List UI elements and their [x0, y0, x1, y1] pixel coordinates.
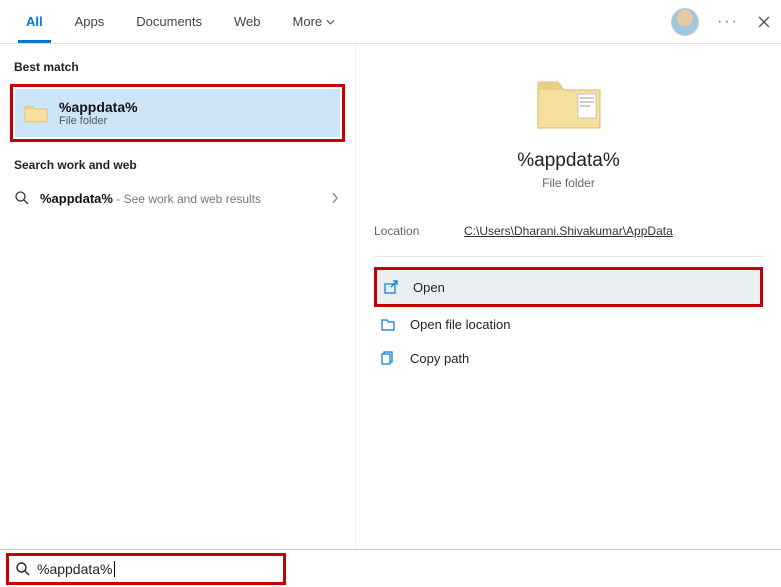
tab-more[interactable]: More [277, 0, 352, 43]
tab-label: More [293, 14, 323, 29]
results-panel: Best match %appdata% File folder Search … [0, 44, 355, 549]
best-match-text: %appdata% File folder [59, 99, 138, 127]
best-match-heading: Best match [0, 54, 355, 80]
best-match-result[interactable]: %appdata% File folder [15, 89, 340, 137]
action-open-location[interactable]: Open file location [374, 307, 763, 341]
avatar[interactable] [671, 8, 699, 36]
tabs: All Apps Documents Web More [10, 0, 351, 43]
preview-title: %appdata% [374, 150, 763, 172]
action-label: Open file location [410, 317, 510, 332]
preview-meta: Location C:\Users\Dharani.Shivakumar\App… [374, 224, 763, 257]
chevron-right-icon [331, 192, 339, 204]
preview-panel: %appdata% File folder Location C:\Users\… [355, 44, 781, 549]
preview-folder-icon [374, 72, 763, 132]
more-options-button[interactable]: ··· [717, 13, 739, 31]
best-match-subtitle: File folder [59, 115, 138, 127]
tab-label: All [26, 14, 43, 29]
best-match-highlight: %appdata% File folder [10, 84, 345, 142]
action-open[interactable]: Open [377, 270, 760, 304]
tab-label: Web [234, 14, 261, 29]
copy-icon [380, 350, 396, 366]
text-caret [114, 561, 115, 577]
best-match-title: %appdata% [59, 99, 138, 115]
search-input[interactable]: %appdata% [37, 561, 277, 577]
preview-subtitle: File folder [374, 176, 763, 190]
web-result-query: %appdata% [40, 191, 113, 206]
action-copy-path[interactable]: Copy path [374, 341, 763, 375]
chevron-down-icon [326, 19, 335, 25]
search-icon [15, 561, 31, 577]
web-result-text: %appdata% - See work and web results [40, 191, 261, 206]
web-heading: Search work and web [0, 152, 355, 178]
tab-web[interactable]: Web [218, 0, 277, 43]
main: Best match %appdata% File folder Search … [0, 44, 781, 549]
location-value[interactable]: C:\Users\Dharani.Shivakumar\AppData [464, 224, 673, 238]
web-result-suffix: - See work and web results [113, 192, 261, 206]
location-label: Location [374, 224, 464, 238]
open-icon [383, 279, 399, 295]
search-bar: %appdata% [0, 549, 781, 587]
tab-documents[interactable]: Documents [120, 0, 218, 43]
action-label: Copy path [410, 351, 469, 366]
tab-apps[interactable]: Apps [59, 0, 121, 43]
tab-label: Documents [136, 14, 202, 29]
search-icon [14, 190, 30, 206]
tab-label: Apps [75, 14, 105, 29]
close-button[interactable] [757, 15, 771, 29]
folder-open-icon [380, 316, 396, 332]
folder-icon [23, 102, 49, 124]
header: All Apps Documents Web More ··· [0, 0, 781, 44]
search-input-text: %appdata% [37, 561, 113, 577]
action-label: Open [413, 280, 445, 295]
preview-actions: Open Open file location Copy path [374, 267, 763, 375]
web-result[interactable]: %appdata% - See work and web results [0, 178, 355, 218]
search-input-highlight: %appdata% [6, 553, 286, 585]
tab-all[interactable]: All [10, 0, 59, 43]
open-action-highlight: Open [374, 267, 763, 307]
header-right: ··· [671, 0, 771, 44]
